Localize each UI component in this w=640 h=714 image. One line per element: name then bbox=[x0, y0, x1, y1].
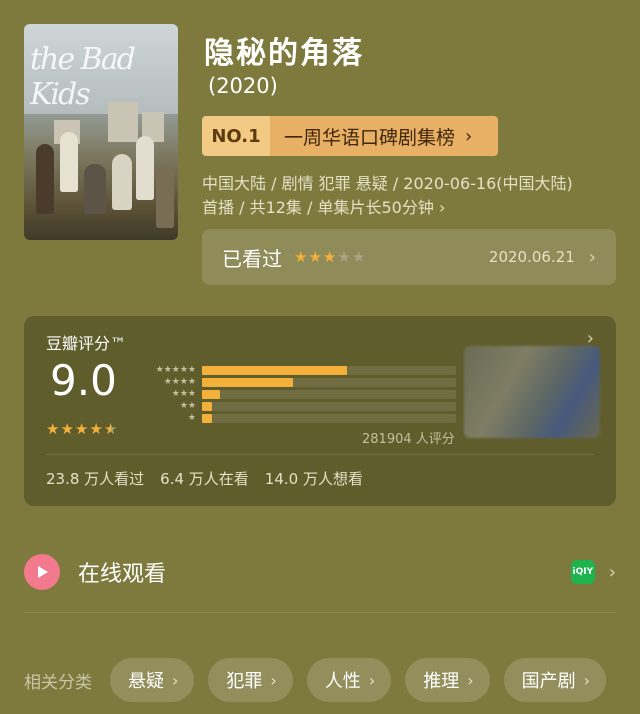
divider bbox=[46, 454, 594, 455]
distribution-star-label: ★★★★ bbox=[163, 377, 196, 387]
star-icon: ★ bbox=[294, 248, 309, 266]
related-tags: 相关分类 悬疑 › 犯罪 › 人性 › 推理 › 国产剧 › bbox=[24, 658, 607, 702]
chevron-right-icon: › bbox=[583, 670, 591, 690]
poster-figure bbox=[156, 166, 174, 228]
poster-figure bbox=[60, 132, 78, 192]
audience-stats: 23.8 万人看过 6.4 万人在看 14.0 万人想看 bbox=[46, 468, 363, 489]
distribution-row: ★★ bbox=[144, 400, 464, 412]
movie-year: (2020) bbox=[208, 74, 278, 98]
tag-label: 人性 bbox=[324, 671, 361, 692]
watched-status-row[interactable]: 已看过 ★★★★★ 2020.06.21 › bbox=[202, 229, 616, 285]
rank-number: NO.1 bbox=[202, 116, 270, 156]
rank-badge[interactable]: NO.1 一周华语口碑剧集榜 › bbox=[202, 116, 498, 156]
star-icon: ★ bbox=[351, 248, 367, 266]
douban-score-stars: ★★★★★ bbox=[46, 420, 118, 438]
distribution-track bbox=[202, 401, 456, 411]
distribution-row: ★ bbox=[144, 412, 464, 424]
iqiyi-icon: iQIY bbox=[570, 560, 595, 584]
stat-watched: 23.8 万人看过 bbox=[46, 470, 145, 488]
tag-chip[interactable]: 悬疑 › bbox=[110, 658, 195, 702]
chevron-right-icon: › bbox=[608, 561, 616, 583]
divider bbox=[24, 612, 616, 613]
meta-line-1: 中国大陆 / 剧情 犯罪 悬疑 / 2020-06-16(中国大陆) bbox=[202, 174, 573, 193]
tag-label: 犯罪 bbox=[226, 671, 263, 692]
watched-label: 已看过 bbox=[222, 246, 282, 271]
chevron-right-icon: › bbox=[438, 198, 446, 217]
distribution-bar bbox=[202, 365, 347, 375]
douban-score-value: 9.0 bbox=[50, 356, 117, 405]
poster-figure bbox=[136, 136, 154, 200]
douban-score-header: 豆瓣评分™ bbox=[46, 334, 127, 353]
star-icon: ★ bbox=[103, 420, 119, 438]
distribution-row: ★★★★ bbox=[144, 376, 464, 388]
friends-avatars-blurred bbox=[464, 346, 600, 438]
chevron-right-icon: › bbox=[368, 670, 376, 690]
distribution-row: ★★★ bbox=[144, 388, 464, 400]
movie-meta[interactable]: 中国大陆 / 剧情 犯罪 悬疑 / 2020-06-16(中国大陆) 首播 / … bbox=[202, 172, 612, 220]
my-rating-stars: ★★★★★ bbox=[294, 248, 366, 266]
star-icon: ★ bbox=[89, 420, 104, 438]
tag-chip[interactable]: 推理 › bbox=[405, 658, 490, 702]
star-icon: ★ bbox=[308, 248, 323, 266]
distribution-track bbox=[202, 365, 456, 375]
distribution-star-label: ★★★★★ bbox=[155, 365, 196, 375]
distribution-bar bbox=[202, 401, 213, 411]
star-icon: ★ bbox=[60, 420, 75, 438]
poster-figure bbox=[84, 164, 106, 214]
chevron-right-icon: › bbox=[465, 125, 473, 147]
distribution-track bbox=[202, 389, 456, 399]
star-icon: ★ bbox=[74, 420, 90, 438]
distribution-star-label: ★★★ bbox=[171, 389, 196, 399]
tag-chip[interactable]: 犯罪 › bbox=[208, 658, 293, 702]
distribution-star-label: ★★ bbox=[179, 401, 196, 411]
distribution-star-label: ★ bbox=[187, 413, 196, 423]
watch-online-label: 在线观看 bbox=[78, 562, 167, 587]
poster-building bbox=[108, 102, 138, 142]
rating-count: 281904 人评分 bbox=[362, 432, 455, 447]
rank-board: 一周华语口碑剧集榜 › bbox=[270, 116, 498, 156]
chevron-right-icon: › bbox=[270, 670, 277, 690]
tag-label: 国产剧 bbox=[521, 671, 576, 692]
meta-line-2: 首播 / 共12集 / 单集片长50分钟 › bbox=[202, 196, 612, 220]
distribution-row: ★★★★★ bbox=[144, 364, 464, 376]
douban-score-card[interactable]: 豆瓣评分™ › 9.0 ★★★★★ ★★★★★ ★★★★ ★★★ ★★ ★ 281904… bbox=[24, 316, 616, 506]
chevron-right-icon: › bbox=[588, 246, 596, 268]
distribution-track bbox=[202, 413, 456, 423]
poster-figure bbox=[112, 154, 132, 210]
watch-online-row[interactable]: 在线观看 iQIY › bbox=[24, 550, 616, 594]
distribution-bar bbox=[202, 377, 294, 387]
distribution-track bbox=[202, 377, 456, 387]
distribution-bar bbox=[202, 413, 213, 423]
star-icon: ★ bbox=[46, 420, 61, 438]
meta-line-2-text: 首播 / 共12集 / 单集片长50分钟 bbox=[202, 198, 434, 217]
play-icon bbox=[24, 554, 60, 590]
stat-watching: 6.4 万人在看 bbox=[160, 470, 249, 488]
movie-title: 隐秘的角落 bbox=[204, 36, 364, 71]
poster-title-art: the Bad Kids bbox=[30, 42, 136, 112]
related-tags-label: 相关分类 bbox=[24, 672, 92, 693]
tag-chip[interactable]: 国产剧 › bbox=[503, 658, 607, 702]
star-icon: ★ bbox=[337, 248, 352, 266]
stat-want: 14.0 万人想看 bbox=[264, 470, 363, 488]
rank-board-label: 一周华语口碑剧集榜 bbox=[284, 126, 456, 149]
tag-chip[interactable]: 人性 › bbox=[306, 658, 392, 702]
tag-label: 推理 bbox=[423, 671, 460, 692]
watched-date: 2020.06.21 bbox=[488, 248, 575, 266]
distribution-bar bbox=[202, 389, 220, 399]
rating-distribution: ★★★★★ ★★★★ ★★★ ★★ ★ bbox=[144, 364, 464, 424]
poster-image[interactable]: the Bad Kids bbox=[24, 24, 178, 240]
tag-label: 悬疑 bbox=[128, 671, 164, 692]
chevron-right-icon: › bbox=[172, 670, 179, 690]
poster-figure bbox=[36, 144, 54, 214]
chevron-right-icon: › bbox=[467, 670, 474, 690]
star-icon: ★ bbox=[322, 248, 338, 266]
